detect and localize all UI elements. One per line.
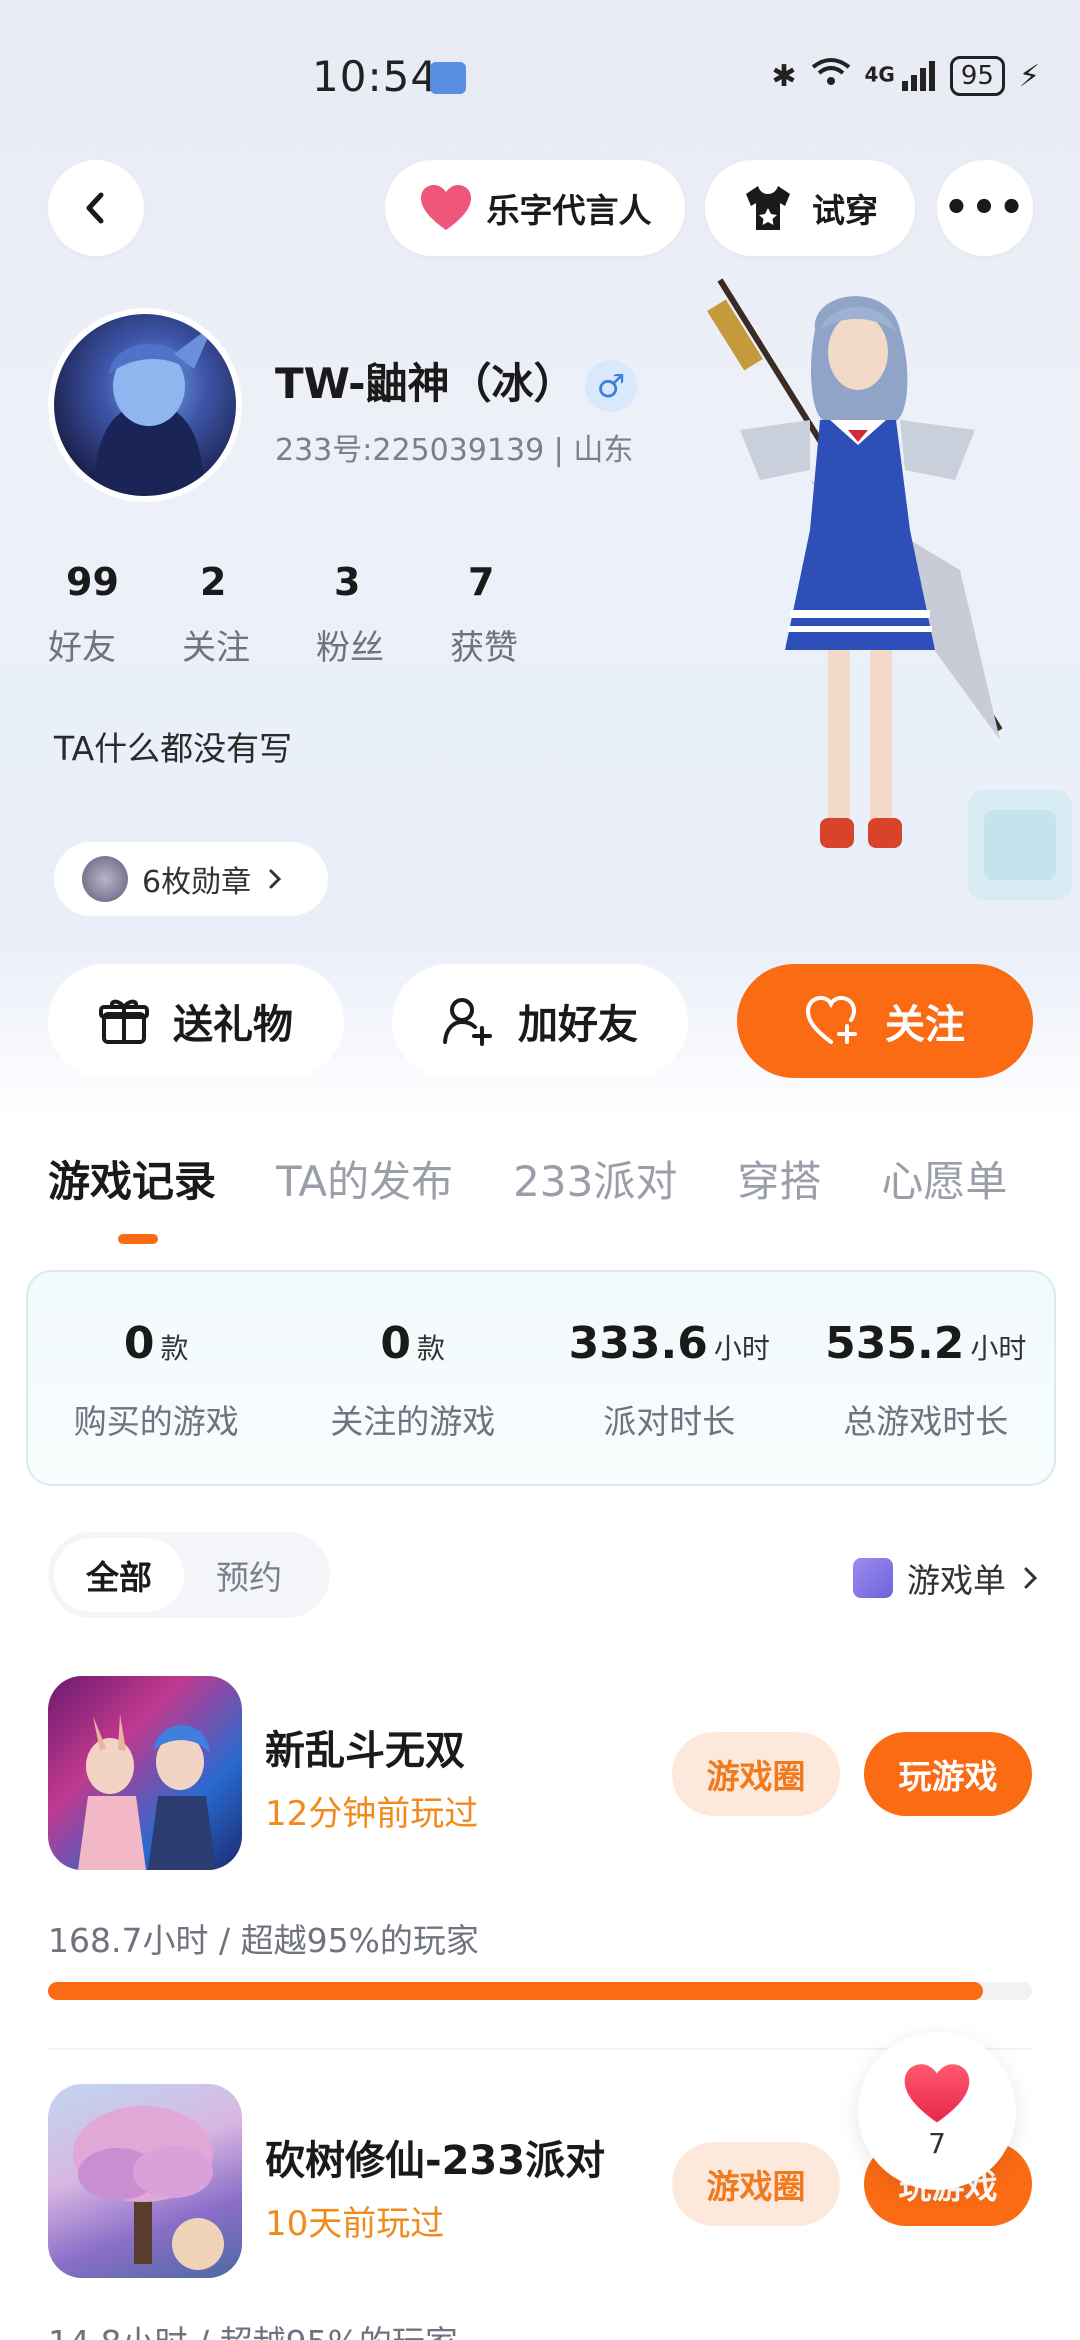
game-list-label: 游戏单 [907, 1561, 1006, 1600]
more-button[interactable]: ••• [937, 160, 1033, 256]
game-icon[interactable] [48, 1676, 242, 1870]
tshirt-icon [746, 186, 790, 230]
decorative-233-logo [960, 780, 1080, 939]
summary-unit: 款 [160, 1332, 189, 1365]
tab-outfits[interactable]: 穿搭 [737, 1148, 821, 1209]
summary-party-time: 333.6 小时 派对时长 [541, 1272, 798, 1484]
summary-total-time: 535.2 小时 总游戏时长 [798, 1272, 1055, 1484]
summary-value: 0 [123, 1318, 155, 1369]
username: TW-鼬神（冰） [275, 359, 576, 408]
profile-tabs: 游戏记录 TA的发布 233派对 穿搭 心愿单 [0, 1148, 1080, 1209]
summary-label: 购买的游戏 [73, 1402, 239, 1441]
summary-followed: 0款 关注的游戏 [285, 1272, 542, 1484]
stat-value: 3 [334, 560, 361, 604]
filter-all[interactable]: 全部 [54, 1538, 184, 1612]
wifi-icon [811, 57, 851, 95]
try-on-button[interactable]: 试穿 [705, 160, 915, 256]
summary-purchased: 0款 购买的游戏 [28, 1272, 285, 1484]
more-dots-icon: ••• [943, 185, 1027, 231]
signal-icon: 4G [865, 61, 936, 91]
summary-unit: 款 [417, 1332, 446, 1365]
heart-icon [420, 185, 471, 230]
try-on-label: 试穿 [812, 191, 878, 230]
game-summary-card: 0款 购买的游戏 0款 关注的游戏 333.6 小时 派对时长 535.2 小时 总… [26, 1270, 1056, 1486]
follow-label: 关注 [885, 1002, 965, 1048]
stat-likes[interactable]: 7 获赞 [450, 560, 584, 669]
add-friend-button[interactable]: 加好友 [392, 964, 688, 1078]
stat-value: 99 [66, 560, 119, 604]
user-id-location: 233号:225039139 | 山东 [275, 433, 634, 468]
filter-reserve[interactable]: 预约 [184, 1538, 314, 1612]
stat-label: 粉丝 [316, 628, 384, 668]
game-playtime-stat: 14.8小时 / 超越95%的玩家 [48, 2316, 458, 2340]
tab-233-party[interactable]: 233派对 [513, 1148, 677, 1209]
game-circle-button[interactable]: 游戏圈 [672, 1732, 840, 1816]
gift-icon [99, 999, 149, 1044]
send-gift-button[interactable]: 送礼物 [48, 964, 344, 1078]
chevron-left-icon [86, 192, 104, 224]
summary-label: 总游戏时长 [843, 1402, 1009, 1441]
notification-app-icon [430, 62, 466, 94]
follow-button[interactable]: 关注 [737, 964, 1033, 1078]
charging-icon: ⚡ [1018, 58, 1040, 94]
stat-friends[interactable]: 99 好友 [48, 560, 182, 669]
floating-like-button[interactable]: 7 [858, 2032, 1016, 2190]
summary-unit: 小时 [713, 1332, 770, 1365]
chevron-right-icon [1024, 1567, 1038, 1589]
game-icon[interactable] [48, 2084, 242, 2278]
active-tab-indicator [118, 1234, 158, 1244]
game-last-played: 10天前玩过 [265, 2204, 445, 2244]
medals-button[interactable]: 6枚勋章 [54, 842, 328, 916]
send-gift-label: 送礼物 [173, 1002, 293, 1048]
add-friend-label: 加好友 [518, 1002, 638, 1048]
summary-value: 535.2 [825, 1318, 965, 1369]
game-playtime-stat: 168.7小时 / 超越95%的玩家 [48, 1921, 479, 1960]
summary-label: 派对时长 [603, 1402, 736, 1441]
stat-value: 2 [200, 560, 227, 604]
male-gender-icon: ♂ [585, 360, 637, 412]
stat-label: 获赞 [450, 628, 518, 668]
game-name[interactable]: 新乱斗无双 [265, 1718, 465, 1776]
stat-label: 好友 [48, 628, 116, 668]
tab-posts[interactable]: TA的发布 [276, 1148, 453, 1209]
tab-wishlist[interactable]: 心愿单 [881, 1148, 1007, 1209]
playtime-progress-fill [48, 1982, 983, 2000]
heart-plus-icon [805, 996, 857, 1044]
game-filter-toggle: 全部 预约 [48, 1532, 330, 1618]
battery-indicator: 95 [949, 56, 1005, 96]
heart-icon [904, 2063, 970, 2122]
add-user-icon [443, 998, 492, 1046]
chevron-right-icon [269, 869, 282, 889]
like-count: 7 [928, 2126, 946, 2160]
back-button[interactable] [48, 160, 144, 256]
stat-value: 7 [468, 560, 495, 604]
summary-value: 333.6 [568, 1318, 708, 1369]
profile-stats: 99 好友 2 关注 3 粉丝 7 获赞 [48, 560, 584, 669]
game-circle-button[interactable]: 游戏圈 [672, 2142, 840, 2226]
medals-label: 6枚勋章 [142, 865, 252, 900]
game-list-link[interactable]: 游戏单 [853, 1554, 1040, 1602]
sparkle-icon [853, 1558, 893, 1598]
avatar[interactable] [48, 308, 242, 502]
stat-fans[interactable]: 3 粉丝 [316, 560, 450, 669]
summary-value: 0 [380, 1318, 412, 1369]
bluetooth-icon: ✱ [771, 58, 797, 94]
spokesperson-label: 乐字代言人 [486, 191, 652, 230]
game-last-played: 12分钟前玩过 [265, 1794, 479, 1834]
bio-text: TA什么都没有写 [54, 729, 293, 768]
status-icons: ✱ 4G 95 ⚡ [771, 56, 1040, 96]
stat-label: 关注 [182, 628, 250, 668]
play-game-button[interactable]: 玩游戏 [864, 1732, 1032, 1816]
tab-game-records[interactable]: 游戏记录 [48, 1148, 216, 1209]
game-name[interactable]: 砍树修仙-233派对 [265, 2128, 605, 2186]
medal-icon [82, 856, 128, 902]
summary-label: 关注的游戏 [330, 1402, 496, 1441]
spokesperson-button[interactable]: 乐字代言人 [385, 160, 685, 256]
row-divider [48, 2048, 1032, 2050]
status-time: 10:54 [312, 52, 439, 101]
summary-unit: 小时 [970, 1332, 1027, 1365]
stat-following[interactable]: 2 关注 [182, 560, 316, 669]
